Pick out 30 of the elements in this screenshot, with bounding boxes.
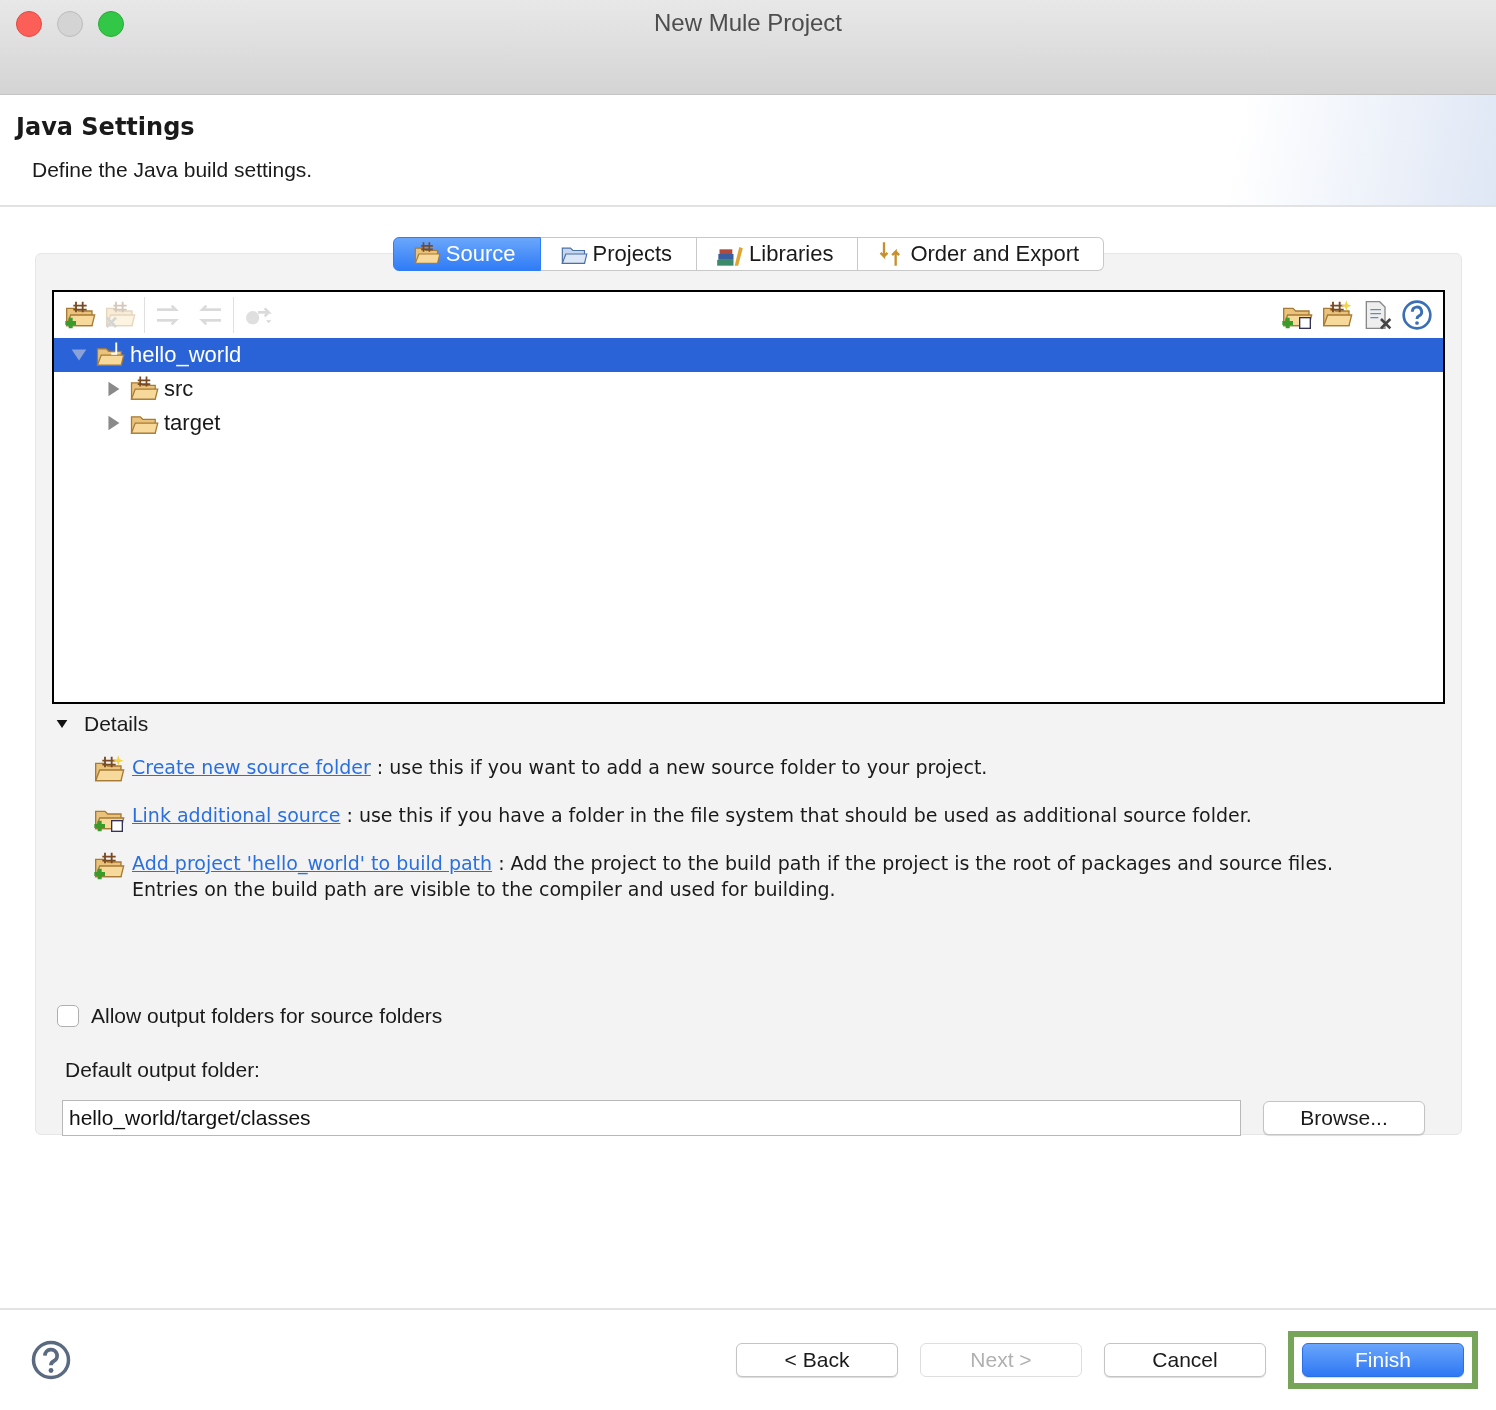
output-folder-field[interactable]: hello_world/target/classes xyxy=(62,1100,1241,1136)
page-description: Define the Java build settings. xyxy=(32,158,314,182)
link[interactable]: Add project 'hello_world' to build path xyxy=(132,852,493,874)
window-title: New Mule Project xyxy=(653,9,843,38)
description-text: Create new source folder : use this if you want to add a new source folder to your project. xyxy=(132,755,988,780)
add-folder-icon xyxy=(64,299,96,331)
page-title: Java Settings xyxy=(16,113,195,141)
dialog-button[interactable]: < Back xyxy=(736,1343,898,1377)
section-label: Details xyxy=(84,712,149,736)
tab[interactable]: Order and Export xyxy=(858,237,1105,271)
link[interactable]: Create new source folder xyxy=(132,756,371,778)
link[interactable]: Link additional source xyxy=(132,804,341,826)
zoom-button[interactable] xyxy=(98,11,124,37)
tree-item[interactable]: src xyxy=(54,372,1443,406)
dialog-button[interactable]: Cancel xyxy=(1104,1343,1266,1377)
tab[interactable]: Libraries xyxy=(697,237,859,271)
browse-button[interactable]: Browse... xyxy=(1263,1101,1425,1135)
checkbox-label: Allow output folders for source folders xyxy=(91,1004,443,1028)
checkbox[interactable] xyxy=(57,1005,79,1027)
remove-folder-icon xyxy=(104,299,136,331)
add-folder-icon xyxy=(92,850,126,882)
description-text: Add project 'hello_world' to build path : Add the project to the build path if the project is the root of packages and source files. Entries on the build path are visible to the compiler and used for building. xyxy=(132,851,1334,902)
help-icon xyxy=(1401,299,1433,331)
tree-item[interactable]: target xyxy=(54,406,1443,440)
description-text: Link additional source : use this if you have a folder in the file system that should be used as additional source folder. xyxy=(132,803,1252,828)
tree-item[interactable]: hello_world xyxy=(54,338,1443,372)
tab[interactable]: Projects xyxy=(540,237,698,271)
help-icon[interactable] xyxy=(30,1339,72,1381)
field-label: Default output folder: xyxy=(65,1058,261,1082)
close-button[interactable] xyxy=(16,11,42,37)
